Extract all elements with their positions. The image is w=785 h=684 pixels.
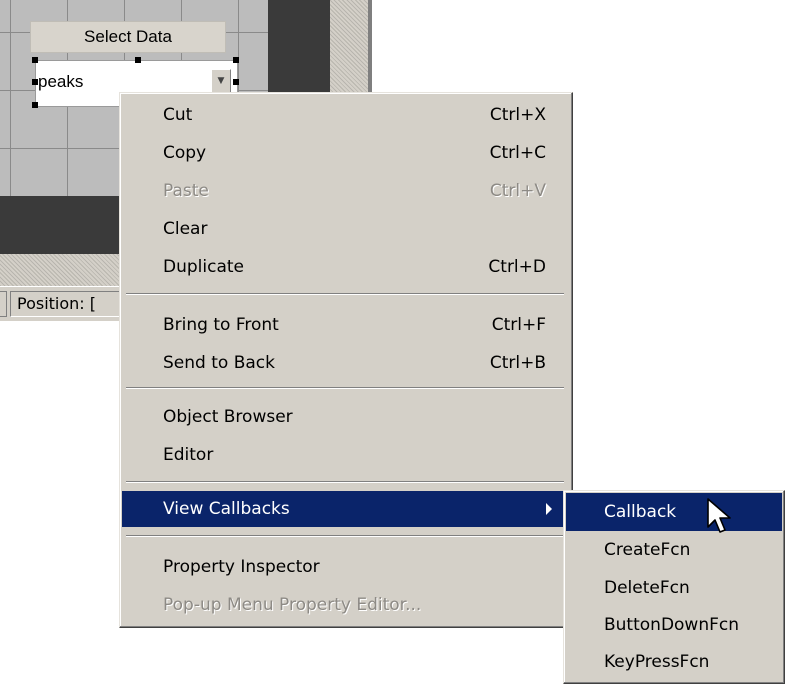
menu-separator	[126, 535, 564, 537]
submenu-item-keypressfcn[interactable]: KeyPressFcn	[566, 643, 782, 681]
menu-item-label: Property Inspector	[163, 557, 320, 577]
submenu-item-deletefcn[interactable]: DeleteFcn	[566, 569, 782, 607]
menu-item-send-to-back[interactable]: Send to Back Ctrl+B	[122, 345, 568, 381]
menu-item-label: Cut	[163, 105, 193, 125]
submenu-item-label: Callback	[604, 502, 677, 522]
mouse-pointer-icon	[707, 498, 731, 533]
selection-handle[interactable]	[233, 57, 239, 63]
menu-item-label: Pop-up Menu Property Editor...	[163, 595, 422, 615]
menu-item-label: Editor	[163, 445, 214, 465]
submenu-item-buttondownfcn[interactable]: ButtonDownFcn	[566, 606, 782, 644]
menu-item-copy[interactable]: Copy Ctrl+C	[122, 135, 568, 171]
menu-item-paste[interactable]: Paste Ctrl+V	[122, 173, 568, 209]
menu-item-object-browser[interactable]: Object Browser	[122, 399, 568, 435]
select-data-label: Select Data	[84, 27, 172, 46]
submenu-item-createfcn[interactable]: CreateFcn	[566, 531, 782, 569]
menu-item-label: Copy	[163, 143, 207, 163]
menu-item-property-inspector[interactable]: Property Inspector	[122, 549, 568, 585]
menu-item-editor[interactable]: Editor	[122, 437, 568, 473]
submenu-arrow-icon	[546, 503, 552, 515]
selection-handle[interactable]	[233, 79, 239, 85]
menu-item-label: View Callbacks	[163, 499, 290, 519]
submenu-item-label: CreateFcn	[604, 540, 691, 560]
selection-handle[interactable]	[32, 102, 38, 108]
menu-item-duplicate[interactable]: Duplicate Ctrl+D	[122, 249, 568, 285]
popup-value: peaks	[38, 72, 84, 91]
context-menu: Cut Ctrl+X Copy Ctrl+C Paste Ctrl+V Clea…	[119, 92, 573, 628]
menu-item-cut[interactable]: Cut Ctrl+X	[122, 97, 568, 133]
status-panel	[0, 291, 7, 317]
menu-item-label: Send to Back	[163, 353, 275, 373]
menu-separator	[126, 481, 564, 483]
submenu-item-label: DeleteFcn	[604, 578, 690, 598]
menu-item-shortcut: Ctrl+C	[489, 143, 546, 163]
select-data-button[interactable]: Select Data	[30, 21, 226, 53]
menu-separator	[126, 387, 564, 389]
menu-item-clear[interactable]: Clear	[122, 211, 568, 247]
submenu-item-label: KeyPressFcn	[604, 652, 710, 672]
menu-item-shortcut: Ctrl+F	[491, 315, 546, 335]
menu-item-bring-to-front[interactable]: Bring to Front Ctrl+F	[122, 307, 568, 343]
selection-handle[interactable]	[135, 57, 141, 63]
menu-item-shortcut: Ctrl+V	[489, 181, 546, 201]
menu-item-shortcut: Ctrl+B	[489, 353, 546, 373]
menu-item-label: Duplicate	[163, 257, 244, 277]
menu-item-label: Paste	[163, 181, 209, 201]
menu-item-label: Bring to Front	[163, 315, 279, 335]
menu-item-label: Clear	[163, 219, 208, 239]
menu-item-view-callbacks[interactable]: View Callbacks	[122, 491, 568, 527]
submenu-item-label: ButtonDownFcn	[604, 615, 740, 635]
dropdown-arrow-icon[interactable]: ▼	[211, 69, 231, 93]
menu-separator	[126, 293, 564, 295]
callbacks-submenu: Callback CreateFcn DeleteFcn ButtonDownF…	[563, 490, 785, 684]
selection-handle[interactable]	[32, 79, 38, 85]
selection-handle[interactable]	[32, 57, 38, 63]
menu-item-popup-menu-property-editor[interactable]: Pop-up Menu Property Editor...	[122, 587, 568, 623]
menu-item-shortcut: Ctrl+D	[488, 257, 546, 277]
menu-item-shortcut: Ctrl+X	[489, 105, 546, 125]
submenu-item-callback[interactable]: Callback	[566, 493, 782, 531]
menu-item-label: Object Browser	[163, 407, 293, 427]
